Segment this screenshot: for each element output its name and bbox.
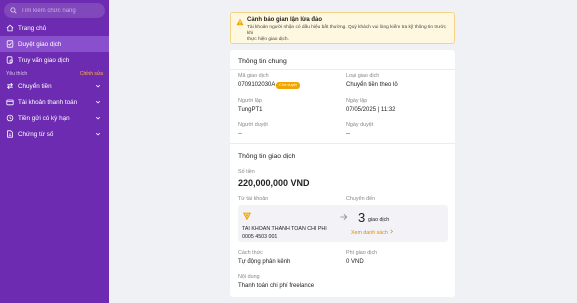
chevron-down-icon xyxy=(95,84,101,88)
search-icon xyxy=(10,7,17,14)
search-doc-icon xyxy=(6,56,13,64)
txn-type-value: Chuyển tiền theo lô xyxy=(346,82,398,88)
alert-title: Cảnh báo gian lận lừa đảo xyxy=(247,17,323,23)
content-value: Thanh toán chi phí freelance xyxy=(238,283,315,289)
chevron-down-icon xyxy=(95,116,101,120)
created-date-label: Ngày lập xyxy=(346,98,368,104)
sidebar-group-transfer[interactable]: Chuyển tiền xyxy=(0,78,109,94)
search-box[interactable] xyxy=(4,3,105,18)
sidebar: Trang chủ Duyệt giao dịch Truy vấn giao … xyxy=(0,0,109,303)
chevron-down-icon xyxy=(95,100,101,104)
txn-id-value: 0709102030A xyxy=(238,82,276,88)
alert-message: Tài khoản người nhận có dấu hiệu bất thư… xyxy=(247,25,448,43)
transaction-count-unit: giao dịch xyxy=(368,217,390,223)
sidebar-group-label: Chuyển tiền xyxy=(18,82,52,90)
sidebar-group-payment-account[interactable]: Tài khoản thanh toán xyxy=(0,94,109,110)
amount-value: 220,000,000 VND xyxy=(238,178,310,188)
alert-line: Tài khoản người nhận có dấu hiệu bất thư… xyxy=(247,25,447,36)
arrow-right-icon xyxy=(340,213,348,221)
edit-favorites-link[interactable]: Chỉnh sửa xyxy=(80,71,103,77)
wallet-icon xyxy=(6,99,14,106)
account-name: TAI KHOAN THANH TOAN CHI PHI xyxy=(242,226,327,232)
sidebar-group-digital-documents[interactable]: Chứng từ số xyxy=(0,126,109,142)
chevron-down-icon xyxy=(95,132,101,136)
created-date-value: 07/05/2025 | 11:32 xyxy=(346,107,396,113)
view-list-label: Xem danh sách xyxy=(351,230,388,236)
sidebar-item-query-transactions[interactable]: Truy vấn giao dịch xyxy=(0,52,109,68)
transaction-info-title: Thông tin giao dịch xyxy=(238,153,296,160)
sidebar-item-home[interactable]: Trang chủ xyxy=(0,20,109,36)
divider xyxy=(230,143,455,144)
sidebar-item-label: Trang chủ xyxy=(18,24,47,32)
approver-label: Người duyệt xyxy=(238,122,268,128)
alert-line: thực hiện giao dịch. xyxy=(247,37,289,42)
account-number: 0005 4503 001 xyxy=(242,233,278,240)
savings-icon xyxy=(6,114,14,122)
sidebar-item-label: Duyệt giao dịch xyxy=(18,40,62,48)
transaction-detail-card: Thông tin chung Mã giao dịch 0709102030A… xyxy=(230,50,455,297)
transfer-icon xyxy=(7,82,13,90)
method-label: Cách thức xyxy=(238,250,263,256)
fee-value: 0 VND xyxy=(346,259,364,265)
sidebar-group-label: Tài khoản thanh toán xyxy=(18,98,78,106)
search-input[interactable] xyxy=(21,7,101,14)
txn-type-label: Loại giao dịch xyxy=(346,73,380,79)
sidebar-item-approve-transactions[interactable]: Duyệt giao dịch xyxy=(0,36,109,52)
creator-label: Người lập xyxy=(238,98,262,104)
home-icon xyxy=(6,24,14,32)
chevron-right-icon xyxy=(390,229,394,234)
divider xyxy=(230,69,455,70)
sidebar-group-label: Chứng từ số xyxy=(18,130,54,138)
fee-label: Phí giao dịch xyxy=(346,250,378,256)
favorites-label: Yêu thích xyxy=(6,71,28,77)
status-badge: Chờ duyệt xyxy=(276,82,300,89)
check-list-icon xyxy=(6,40,14,48)
approved-date-label: Ngày duyệt xyxy=(346,122,374,128)
to-label: Chuyển đến xyxy=(346,196,376,202)
method-value: Tự động phân kênh xyxy=(238,259,291,265)
transaction-count: 3 xyxy=(358,210,366,225)
sidebar-item-label: Truy vấn giao dịch xyxy=(18,56,70,64)
bank-logo-icon xyxy=(243,212,251,220)
txn-id-label: Mã giao dịch xyxy=(238,73,269,79)
fraud-warning-alert: Cảnh báo gian lận lừa đảo Tài khoản ngườ… xyxy=(230,12,455,44)
general-info-title: Thông tin chung xyxy=(238,58,287,65)
approver-value: -- xyxy=(238,131,242,137)
approved-date-value: -- xyxy=(346,131,350,137)
transfer-summary-box: TAI KHOAN THANH TOAN CHI PHI 0005 4503 0… xyxy=(238,205,448,242)
sidebar-group-label: Tiền gửi có kỳ hạn xyxy=(18,114,70,122)
amount-label: Số tiền xyxy=(238,169,255,175)
sidebar-group-term-deposit[interactable]: Tiền gửi có kỳ hạn xyxy=(0,110,109,126)
document-icon xyxy=(7,130,13,138)
view-list-link[interactable]: Xem danh sách xyxy=(351,229,394,236)
warning-icon xyxy=(236,18,244,26)
content-label: Nội dung xyxy=(238,274,260,280)
from-account-label: Từ tài khoản xyxy=(238,196,269,202)
creator-value: TungPT1 xyxy=(238,107,263,113)
